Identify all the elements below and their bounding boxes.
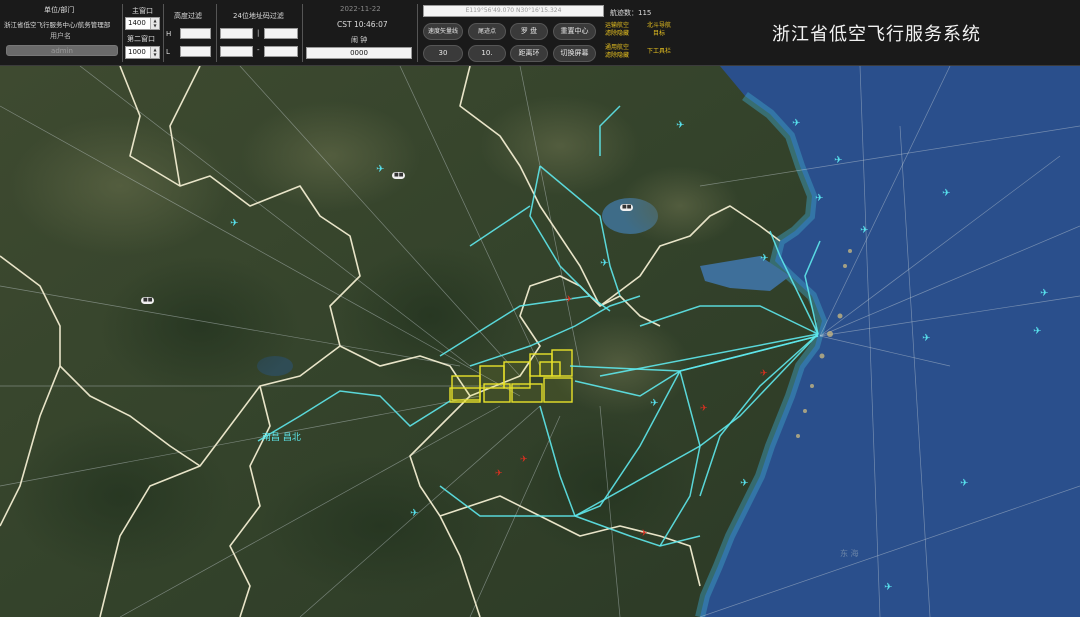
aircraft-alert-icon[interactable]: ✈: [495, 469, 503, 479]
altitude-l-input[interactable]: [180, 46, 211, 57]
second-window-stepper[interactable]: 1000 ▲ ▼: [125, 46, 160, 59]
aircraft-alert-icon[interactable]: ✈: [700, 404, 708, 414]
aircraft-icon[interactable]: ✈: [884, 582, 892, 593]
user-field[interactable]: admin: [6, 45, 118, 56]
aircraft-icon[interactable]: ✈: [376, 164, 384, 175]
altitude-h-label: H: [166, 30, 172, 38]
clock-time: CST 10:46:07: [337, 20, 388, 29]
coordinate-readout: E119°56'49.070 N30°16'15.324: [423, 5, 604, 17]
aircraft-alert-icon[interactable]: ✈: [565, 295, 573, 305]
beidou-line1: 北斗导航: [646, 22, 671, 29]
aircraft-icon[interactable]: ✈: [815, 193, 823, 204]
altitude-l-label: L: [166, 48, 170, 56]
aircraft-icon[interactable]: ✈: [740, 478, 748, 489]
top-toolbar: 单位/部门 浙江省低空飞行服务中心/航务管理部 用户名 admin 主窗口 14…: [0, 0, 1080, 66]
separator: [417, 4, 418, 62]
sea-label: 东 海: [840, 548, 859, 558]
aircraft-alert-icon[interactable]: ✈: [640, 529, 648, 539]
compass-button[interactable]: 罗 盘: [510, 23, 548, 40]
aircraft-alert-icon[interactable]: ✈: [520, 455, 528, 465]
map-canvas[interactable]: ✈ ✈ ✈ ✈ ✈ ✈ ✈ ✈ ✈ ✈ ✈ ✈ ✈ ✈ ✈ ✈ ✈ ✈ ✈ ✈ …: [0, 66, 1080, 617]
btn-10[interactable]: 10.: [468, 45, 506, 62]
bottom-toolbar-toggle[interactable]: 下工具栏: [642, 48, 676, 56]
recenter-button[interactable]: 重置中心: [553, 23, 596, 40]
aircraft-alert-icon[interactable]: ✈: [760, 369, 768, 379]
general-filter-line2: 滤除隐藏: [604, 52, 629, 59]
code-input-3[interactable]: [220, 46, 253, 57]
map-pill-label: ■■: [620, 204, 634, 211]
track-count-text: 航迹数：: [610, 9, 638, 17]
main-window-value: 1400: [128, 19, 146, 27]
aircraft-icon[interactable]: ✈: [1040, 288, 1048, 299]
second-window-label: 第二窗口: [127, 35, 155, 43]
second-window-value: 1000: [128, 48, 146, 56]
btn-30[interactable]: 30: [423, 45, 463, 62]
aircraft-icon[interactable]: ✈: [834, 155, 842, 166]
speed-vector-button[interactable]: 速度矢量线: [423, 23, 463, 40]
main-window-label: 主窗口: [132, 7, 153, 15]
altitude-filter-label: 高度过滤: [174, 12, 202, 20]
map-pill-label: ■■: [141, 297, 155, 304]
clock-section: 2022-11-22 CST 10:46:07 闹 钟 0000: [302, 0, 416, 66]
app-title: 浙江省低空飞行服务系统: [772, 24, 981, 45]
aircraft-icon[interactable]: ✈: [1033, 326, 1041, 337]
code-filter-section: 24位地址码过滤 | -: [216, 0, 302, 66]
aircraft-icon[interactable]: ✈: [942, 188, 950, 199]
aircraft-icon[interactable]: ✈: [760, 253, 768, 264]
code-input-2[interactable]: [264, 28, 298, 39]
main-window-stepper[interactable]: 1400 ▲ ▼: [125, 17, 160, 30]
general-filter-line1: 通用航空: [604, 44, 629, 51]
map-view[interactable]: ✈ ✈ ✈ ✈ ✈ ✈ ✈ ✈ ✈ ✈ ✈ ✈ ✈ ✈ ✈ ✈ ✈ ✈ ✈ ✈ …: [0, 66, 1080, 617]
code-input-4[interactable]: [264, 46, 298, 57]
unit-section: 单位/部门 浙江省低空飞行服务中心/航务管理部 用户名 admin: [0, 0, 122, 66]
range-ring-button[interactable]: 距离环: [510, 45, 548, 62]
code-filter-label: 24位地址码过滤: [233, 12, 284, 20]
code-separator: -: [257, 46, 260, 54]
unit-label: 单位/部门: [44, 6, 75, 14]
unit-value: 浙江省低空飞行服务中心/航务管理部: [4, 21, 111, 29]
clock-date: 2022-11-22: [340, 5, 381, 13]
transport-filter-line1: 运输航空: [604, 22, 629, 29]
user-label: 用户名: [50, 32, 71, 40]
altitude-filter-section: 高度过滤 H L: [163, 0, 215, 66]
beidou-target-toggle[interactable]: 北斗导航 目标: [642, 22, 676, 38]
stepper-arrows-icon[interactable]: ▲ ▼: [150, 18, 159, 29]
track-point-button[interactable]: 尾迹点: [468, 23, 506, 40]
aircraft-icon[interactable]: ✈: [860, 225, 868, 236]
beidou-line2: 目标: [652, 30, 665, 37]
altitude-h-input[interactable]: [180, 28, 211, 39]
switch-screen-button[interactable]: 切换屏幕: [553, 45, 596, 62]
stepper-arrows-icon[interactable]: ▲ ▼: [150, 47, 159, 58]
aircraft-icon[interactable]: ✈: [922, 333, 930, 344]
code-input-1[interactable]: [220, 28, 253, 39]
aircraft-icon[interactable]: ✈: [410, 508, 418, 519]
alarm-label: 闹 钟: [351, 36, 368, 44]
code-separator: |: [257, 29, 260, 37]
aircraft-icon[interactable]: ✈: [230, 218, 238, 229]
window-section: 主窗口 1400 ▲ ▼ 第二窗口 1000 ▲ ▼: [122, 0, 162, 66]
aircraft-icon[interactable]: ✈: [650, 398, 658, 409]
transport-filter-toggle[interactable]: 运输航空 滤除隐藏: [602, 22, 632, 38]
map-pill-label: ■■: [392, 172, 406, 179]
aircraft-icon[interactable]: ✈: [792, 118, 800, 129]
aircraft-icon[interactable]: ✈: [960, 478, 968, 489]
track-count-label: 航迹数：115: [610, 8, 651, 18]
track-count-value: 115: [638, 9, 652, 17]
alarm-input[interactable]: 0000: [306, 47, 412, 59]
aircraft-icon[interactable]: ✈: [676, 120, 684, 131]
transport-filter-line2: 滤除隐藏: [604, 30, 629, 37]
airport-label: 南昌 昌北: [262, 431, 301, 443]
aircraft-icon[interactable]: ✈: [600, 258, 608, 269]
general-filter-toggle[interactable]: 通用航空 滤除隐藏: [602, 44, 632, 60]
